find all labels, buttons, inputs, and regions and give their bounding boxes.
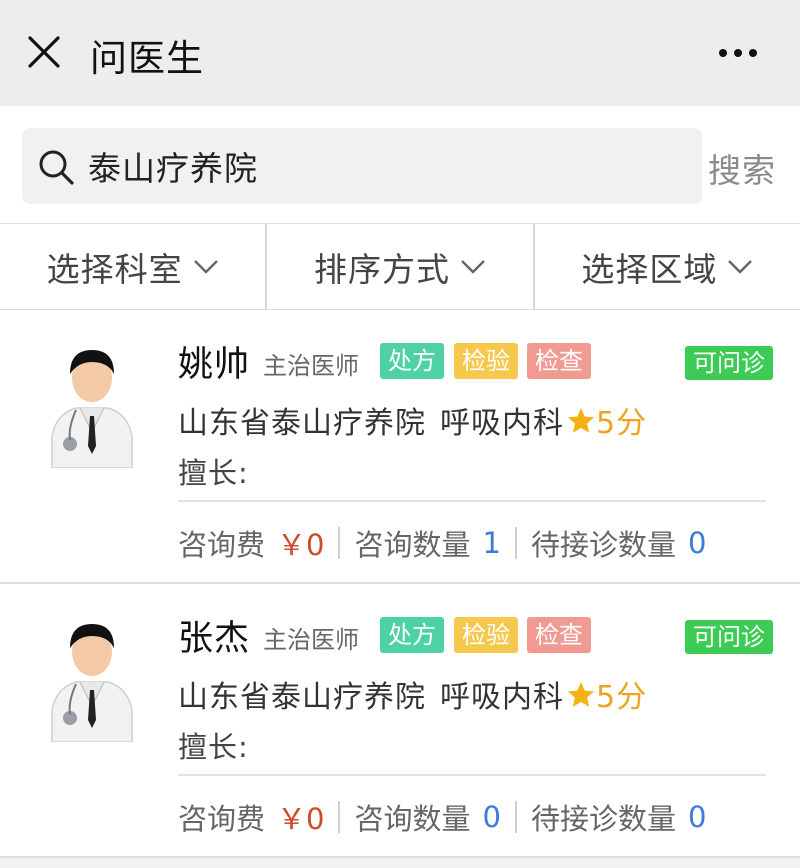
top-bar: 问医生 (0, 0, 800, 106)
stats-row: 咨询费 ￥0 咨询数量 1 待接诊数量 0 (178, 522, 706, 564)
tag-lab-test: 检验 (454, 617, 518, 653)
pending-label: 待接诊数量 (530, 802, 676, 836)
doctor-name: 姚帅 (178, 345, 251, 385)
doctor-rank: 主治医师 (263, 352, 359, 380)
page-title: 问医生 (90, 37, 204, 80)
consult-count: 0 (482, 800, 501, 834)
filter-region[interactable]: 选择区域 (535, 224, 800, 309)
filter-bar: 选择科室 排序方式 选择区域 (0, 224, 800, 310)
more-icon[interactable] (716, 40, 760, 66)
consult-label: 咨询数量 (354, 528, 471, 562)
consult-count: 1 (482, 526, 501, 560)
star-icon (568, 682, 594, 707)
separator (338, 801, 341, 833)
doctor-card[interactable]: 姚帅 主治医师 处方 检验 检查 可问诊 山东省泰山疗养院 呼吸内科 5分 擅长: … (0, 310, 800, 584)
tag-prescription: 处方 (380, 343, 444, 379)
search-area: 搜索 (0, 106, 800, 224)
doctor-list: 姚帅 主治医师 处方 检验 检查 可问诊 山东省泰山疗养院 呼吸内科 5分 擅长: … (0, 310, 800, 858)
fee-label: 咨询费 (178, 802, 266, 836)
chevron-down-icon (193, 259, 218, 274)
hospital-name: 山东省泰山疗养院 (178, 406, 426, 441)
fee-value: ￥0 (277, 528, 325, 562)
pending-count: 0 (687, 800, 707, 834)
department: 呼吸内科 (440, 406, 564, 441)
tag-prescription: 处方 (380, 617, 444, 653)
stats-row: 咨询费 ￥0 咨询数量 0 待接诊数量 0 (178, 796, 706, 838)
doctor-avatar (46, 336, 138, 469)
star-icon (568, 408, 594, 433)
search-box[interactable] (22, 128, 702, 204)
doctor-rank: 主治医师 (263, 626, 359, 654)
filter-label: 选择科室 (46, 249, 183, 289)
tag-examination: 检查 (527, 617, 591, 653)
specialty: 擅长: (178, 730, 249, 764)
hospital-line: 山东省泰山疗养院 呼吸内科 5分 (178, 672, 647, 716)
pending-label: 待接诊数量 (530, 528, 676, 562)
doctor-avatar (46, 610, 138, 743)
filter-department[interactable]: 选择科室 (0, 224, 268, 309)
separator (514, 527, 517, 559)
status-badge: 可问诊 (685, 346, 773, 380)
tag-examination: 检查 (527, 343, 591, 379)
divider (178, 774, 766, 776)
bottom-strip (0, 858, 800, 868)
filter-sort[interactable]: 排序方式 (267, 224, 535, 309)
hospital-line: 山东省泰山疗养院 呼吸内科 5分 (178, 398, 647, 442)
hospital-name: 山东省泰山疗养院 (178, 680, 426, 715)
separator (338, 527, 341, 559)
search-input[interactable] (88, 144, 678, 188)
fee-label: 咨询费 (178, 528, 266, 562)
close-icon[interactable] (22, 30, 66, 74)
separator (514, 801, 517, 833)
filter-label: 排序方式 (313, 249, 450, 289)
search-icon (36, 147, 76, 187)
chevron-down-icon (461, 259, 485, 274)
search-button[interactable]: 搜索 (708, 144, 776, 192)
status-badge: 可问诊 (685, 620, 773, 654)
rating-score: 5分 (596, 406, 648, 441)
department: 呼吸内科 (440, 680, 564, 715)
chevron-down-icon (728, 259, 753, 274)
rating-score: 5分 (596, 680, 648, 715)
consult-label: 咨询数量 (354, 802, 471, 836)
divider (178, 500, 766, 502)
doctor-name: 张杰 (178, 619, 251, 659)
pending-count: 0 (687, 526, 707, 560)
fee-value: ￥0 (277, 802, 325, 836)
doctor-card[interactable]: 张杰 主治医师 处方 检验 检查 可问诊 山东省泰山疗养院 呼吸内科 5分 擅长: … (0, 584, 800, 858)
tag-lab-test: 检验 (454, 343, 518, 379)
filter-label: 选择区域 (581, 249, 718, 289)
specialty: 擅长: (178, 456, 249, 490)
